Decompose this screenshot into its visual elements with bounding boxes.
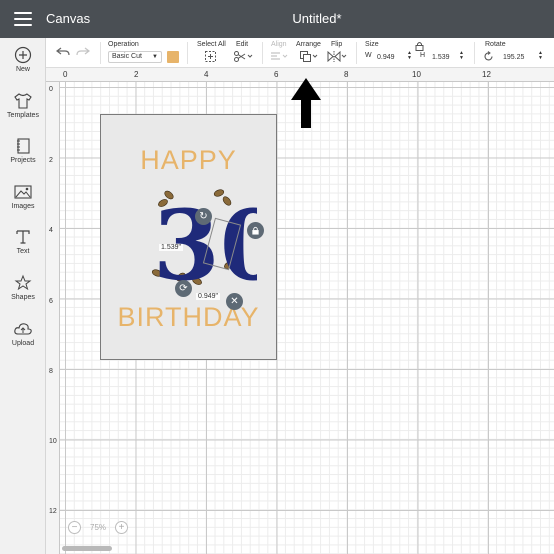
align-label: Align [271,41,287,48]
rotate-icon[interactable] [483,51,494,62]
ruler-tick-label: 10 [412,70,421,79]
width-field[interactable]: 0.949 [377,52,407,63]
rotate-field[interactable]: 195.25 [503,52,533,63]
sidebar-item-shapes[interactable]: Shapes [0,274,46,314]
scissors-icon[interactable] [233,50,253,63]
text-icon [16,230,30,244]
sidebar-item-label: Templates [7,112,39,119]
sidebar-item-projects[interactable]: Projects [0,137,46,177]
sidebar-item-label: Images [11,203,35,210]
ruler-tick-label: 10 [49,438,57,445]
ruler-tick-label: 0 [49,86,53,93]
undo-icon[interactable] [56,46,70,58]
operation-label: Operation [108,41,139,48]
sidebar-item-label: Text [16,248,30,255]
horizontal-scrollbar[interactable] [62,546,112,551]
select-all-icon[interactable] [204,50,217,63]
zoom-out-button[interactable]: − [68,521,81,534]
toolbar-divider [474,42,475,64]
ruler-tick-label: 4 [204,70,209,79]
image-icon [14,185,32,199]
arrange-label: Arrange [296,41,321,48]
delete-handle[interactable]: ✕ [226,293,243,310]
operation-select[interactable]: Basic Cut ▼ [108,51,162,63]
width-letter: W [365,52,372,59]
sidebar-item-label: Upload [11,340,35,347]
pointer-arrow-annotation [291,78,321,128]
select-all-label: Select All [197,41,226,48]
book-icon [17,138,30,154]
width-stepper[interactable]: ▲ ▼ [407,51,412,61]
sidebar-item-upload[interactable]: Upload [0,320,46,360]
number-30-image[interactable]: 30 [137,185,257,295]
plus-circle-icon [14,46,32,64]
ruler-tick-label: 12 [49,508,57,515]
width-dimension-tag: 0.949" [196,293,221,300]
app-title: Canvas [46,11,91,26]
document-title[interactable]: Untitled* [212,11,341,26]
sidebar-item-label: New [15,66,30,73]
edit-label: Edit [236,41,249,48]
lock-icon[interactable] [415,41,424,51]
sidebar-item-label: Shapes [11,294,35,301]
transform-handle[interactable]: ↻ [195,208,212,225]
color-swatch[interactable] [167,51,179,63]
toolbar-divider [100,42,101,64]
height-field[interactable]: 1.539 [432,52,462,63]
text-happy[interactable]: HAPPY [101,145,276,176]
ruler-tick-label: 6 [274,70,279,79]
text-birthday[interactable]: BIRTHDAY [101,302,276,333]
ruler-tick-label: 8 [344,70,349,79]
ruler-left: 0 2 4 6 8 10 12 [46,82,60,554]
height-letter: H [420,52,426,59]
sidebar-item-templates[interactable]: Templates [0,92,46,132]
cloud-upload-icon [14,323,32,335]
sidebar-item-images[interactable]: Images [0,183,46,223]
height-dimension-tag: 1.539" [159,244,184,251]
sidebar-item-text[interactable]: Text [0,228,46,268]
shapes-icon [14,274,32,291]
top-bar: Canvas Untitled* [0,0,554,38]
menu-icon[interactable] [14,12,32,26]
redo-icon[interactable] [76,46,90,58]
zoom-control: − 75% + [68,521,130,535]
chevron-down-icon: ▼ [152,54,158,60]
number-30-glyphs: 30 [153,189,257,295]
sidebar-item-label: Projects [10,157,36,164]
ruler-tick-label: 0 [63,70,68,79]
toolbar-divider [262,42,263,64]
rotate-stepper[interactable]: ▲ ▼ [538,51,543,61]
ruler-tick-label: 12 [482,70,491,79]
edit-toolbar: Operation Basic Cut ▼ Select All Edit Ali… [46,38,554,68]
align-icon[interactable] [270,51,288,62]
toolbar-divider [356,42,357,64]
app-window: Canvas Untitled* New Templates Projects … [0,0,554,554]
flip-label: Flip [331,41,343,48]
rotate-label: Rotate [485,41,506,48]
zoom-in-button[interactable]: + [115,521,128,534]
lock-handle[interactable] [247,222,264,239]
left-sidebar: New Templates Projects Images Text Shape… [0,38,46,554]
sidebar-item-new[interactable]: New [0,46,46,86]
flip-icon[interactable] [327,50,348,63]
size-label: Size [365,41,379,48]
ruler-tick-label: 2 [134,70,139,79]
ruler-tick-label: 2 [49,157,53,164]
ruler-tick-label: 6 [49,298,53,305]
ruler-tick-label: 8 [49,368,53,375]
lock-icon [252,226,259,235]
arrange-icon[interactable] [299,50,318,63]
shirt-icon [14,93,32,109]
ruler-tick-label: 4 [49,227,53,234]
toolbar-divider [187,42,188,64]
zoom-level: 75% [90,523,107,532]
operation-value: Basic Cut [112,53,142,60]
rotate-handle[interactable]: ⟳ [175,280,192,297]
height-stepper[interactable]: ▲ ▼ [459,51,464,61]
